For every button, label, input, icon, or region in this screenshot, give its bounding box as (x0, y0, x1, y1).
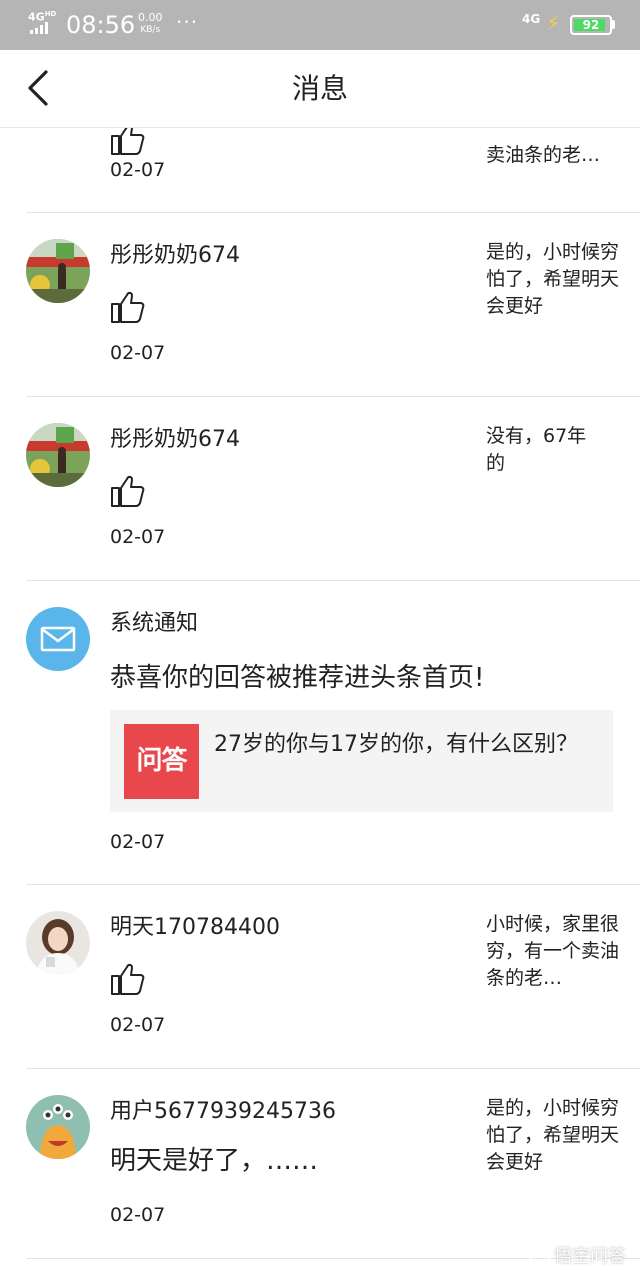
message-date: 02-07 (110, 1014, 166, 1036)
user-name[interactable]: 彤彤奶奶674 (110, 241, 240, 271)
nav-bar: 消息 (0, 50, 640, 128)
thumbs-up-icon[interactable] (110, 474, 146, 508)
charging-icon: ⚡ (546, 11, 561, 35)
list-item[interactable]: 彤彤奶奶674 是的，小时候穷怕了，希望明天会更好 02-07 (0, 213, 640, 397)
thumbs-up-icon[interactable] (110, 128, 146, 156)
user-name[interactable]: 彤彤奶奶674 (110, 425, 240, 455)
wukong-logo-icon (529, 1244, 551, 1266)
notice-title: 恭喜你的回答被推荐进头条首页! (110, 663, 485, 693)
message-list[interactable]: 卖油条的老… 02-07 彤彤奶奶674 是的，小时候穷怕了，希望明天会更好 0… (0, 128, 640, 1276)
avatar[interactable] (26, 423, 90, 487)
list-item[interactable]: 用户5677939245736 明天是好了，…… 是的，小时候穷怕了，希望明天会… (0, 1069, 640, 1259)
message-date: 02-07 (110, 831, 166, 853)
thumbs-up-icon[interactable] (110, 962, 146, 996)
system-notice-item[interactable]: 系统通知 恭喜你的回答被推荐进头条首页! 问答 27岁的你与17岁的你，有什么区… (0, 581, 640, 885)
message-date: 02-07 (110, 159, 166, 181)
reply-snippet: 小时候，家里很穷，有一个卖油条的老… (486, 913, 620, 989)
qa-logo: 问答 (124, 724, 199, 799)
thumbs-up-icon[interactable] (110, 290, 146, 324)
battery-tip (612, 20, 615, 29)
mail-icon (26, 607, 90, 671)
reply-snippet: 是的，小时候穷怕了，希望明天会更好 (486, 1097, 620, 1173)
question-text: 27岁的你与17岁的你，有什么区别？ (214, 732, 578, 757)
more-notifications-icon: ··· (176, 10, 199, 34)
cell-network: 4G (522, 12, 541, 26)
status-bar: 4GHD 08:56 0.00 KB/s ··· 4G ⚡ 92 (0, 0, 640, 50)
message-date: 02-07 (110, 526, 166, 548)
list-item[interactable]: 卖油条的老… 02-07 (0, 128, 640, 212)
battery-icon: 92 (570, 15, 612, 35)
battery-percent: 92 (582, 18, 600, 32)
network-type: 4GHD (28, 10, 57, 24)
user-name[interactable]: 用户5677939245736 (110, 1097, 336, 1127)
reply-snippet: 是的，小时候穷怕了，希望明天会更好 (486, 241, 620, 317)
question-card[interactable]: 问答 27岁的你与17岁的你，有什么区别？ (110, 710, 613, 812)
list-item[interactable]: 彤彤奶奶674 没有，67年的 02-07 (0, 397, 640, 581)
message-date: 02-07 (110, 1204, 166, 1226)
network-speed: 0.00 KB/s (138, 11, 163, 36)
reply-snippet: 卖油条的老… (486, 144, 601, 166)
notice-sender: 系统通知 (110, 611, 199, 636)
comment-text: 明天是好了，…… (110, 1146, 319, 1176)
avatar[interactable] (26, 911, 90, 975)
message-date: 02-07 (110, 342, 166, 364)
reply-snippet: 没有，67年的 (486, 425, 587, 474)
page-title: 消息 (291, 72, 348, 105)
avatar[interactable] (26, 1095, 90, 1159)
watermark: 悟空问答 (529, 1242, 626, 1268)
signal-icon (30, 22, 52, 34)
user-name[interactable]: 明天170784400 (110, 913, 280, 943)
clock: 08:56 (66, 11, 136, 39)
avatar[interactable] (26, 239, 90, 303)
list-item[interactable]: 明天170784400 小时候，家里很穷，有一个卖油条的老… 02-07 (0, 885, 640, 1069)
